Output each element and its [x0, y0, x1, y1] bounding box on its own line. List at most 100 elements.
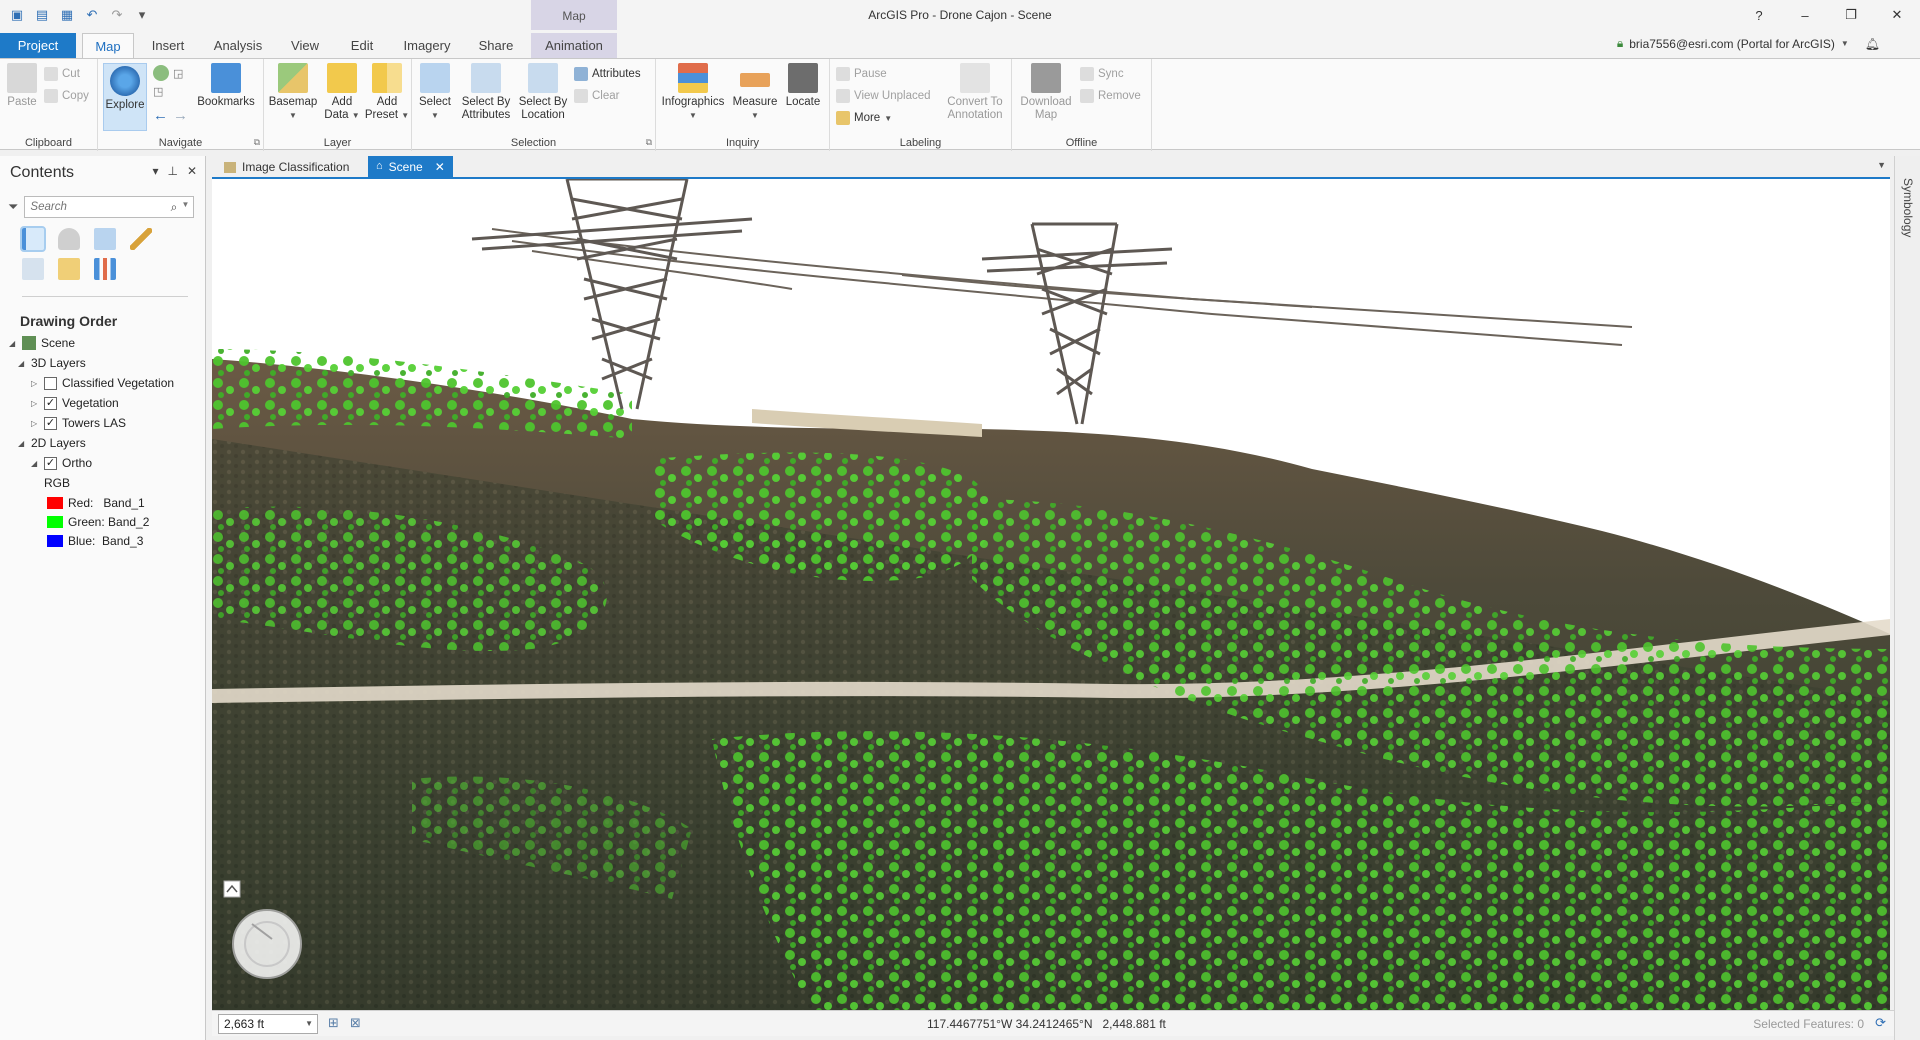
- remove-button[interactable]: Remove: [1080, 89, 1141, 103]
- measure-button[interactable]: Measure ▼: [730, 63, 780, 122]
- add-data-button[interactable]: Add Data ▼: [322, 63, 362, 122]
- contextual-tab-header: Map: [531, 0, 617, 30]
- tab-insert[interactable]: Insert: [140, 33, 196, 58]
- list-by-editing-icon[interactable]: [130, 228, 152, 250]
- tab-view[interactable]: View: [280, 33, 330, 58]
- bookmarks-button[interactable]: Bookmarks: [196, 63, 256, 109]
- tab-imagery[interactable]: Imagery: [394, 33, 460, 58]
- select-by-attributes-button[interactable]: Select By Attributes: [458, 63, 514, 122]
- clear-button[interactable]: Clear: [574, 89, 619, 103]
- tree-item-classified-vegetation[interactable]: ▷ Classified Vegetation: [31, 376, 174, 390]
- add-preset-label-2: Preset: [364, 109, 399, 121]
- pin-icon[interactable]: ⊥: [167, 164, 177, 178]
- scene-view[interactable]: [212, 177, 1890, 1010]
- previous-extent-icon[interactable]: ←: [153, 107, 168, 124]
- fixed-zoom-out-icon[interactable]: ◳: [153, 85, 163, 98]
- expand-icon[interactable]: ◢: [9, 339, 17, 348]
- visibility-checkbox[interactable]: ✓: [44, 416, 57, 430]
- copy-button[interactable]: Copy: [44, 89, 89, 103]
- list-by-charts-icon[interactable]: [94, 258, 116, 280]
- tree-item-scene[interactable]: ◢ Scene: [9, 336, 75, 350]
- close-pane-icon[interactable]: ✕: [187, 164, 197, 178]
- chevron-down-icon: ▼: [401, 111, 410, 120]
- symbology-dock-tab[interactable]: Symbology: [1901, 178, 1915, 237]
- expand-icon[interactable]: ▷: [31, 399, 39, 408]
- pause-button[interactable]: Pause: [836, 67, 887, 81]
- expand-icon[interactable]: ▷: [31, 419, 39, 428]
- locate-button[interactable]: Locate: [782, 63, 824, 109]
- refresh-icon[interactable]: ⟳: [1875, 1015, 1886, 1031]
- chevron-down-icon: ▼: [1840, 39, 1849, 48]
- notifications-icon[interactable]: 🔔︎: [1865, 37, 1880, 51]
- visibility-checkbox[interactable]: ✓: [44, 456, 57, 470]
- minimize-button[interactable]: –: [1782, 0, 1828, 30]
- select-button[interactable]: Select ▼: [416, 63, 454, 122]
- visibility-checkbox[interactable]: [44, 376, 57, 390]
- basemap-button[interactable]: Basemap ▼: [268, 63, 318, 122]
- list-by-selection-icon[interactable]: [94, 228, 116, 250]
- navigator-toggle-icon[interactable]: [223, 880, 241, 898]
- help-button[interactable]: ?: [1736, 0, 1782, 30]
- add-preset-button[interactable]: Add Preset ▼: [364, 63, 410, 122]
- attributes-button[interactable]: Attributes: [574, 67, 641, 81]
- tree-item-2d-layers[interactable]: ◢ 2D Layers: [18, 436, 86, 450]
- expand-icon[interactable]: ▷: [31, 379, 39, 388]
- lock-scale-icon[interactable]: ⊞: [328, 1015, 339, 1031]
- list-by-drawing-order-icon[interactable]: [20, 226, 46, 252]
- download-map-button[interactable]: Download Map: [1016, 63, 1076, 122]
- next-extent-icon[interactable]: →: [173, 107, 188, 124]
- tab-list-icon[interactable]: ▼: [1877, 160, 1886, 170]
- window-controls: ? – ❐ ✕: [1736, 0, 1920, 30]
- tab-project[interactable]: Project: [0, 33, 76, 58]
- list-by-labeling-icon[interactable]: [58, 258, 80, 280]
- view-unplaced-button[interactable]: View Unplaced: [836, 89, 931, 103]
- paste-button[interactable]: Paste: [4, 63, 40, 109]
- tab-map[interactable]: Map: [82, 33, 134, 58]
- view-unplaced-icon: [836, 89, 850, 103]
- status-bar: 2,663 ft ▼ ⊞ ⊠ 117.4467751°W 34.2412465°…: [212, 1010, 1894, 1036]
- more-button[interactable]: More ▼: [836, 111, 892, 125]
- user-account[interactable]: 🔒︎ bria7556@esri.com (Portal for ArcGIS)…: [1617, 36, 1880, 51]
- chevron-down-icon[interactable]: ▼: [305, 1019, 313, 1028]
- snapping-icon[interactable]: ⊠: [350, 1015, 361, 1031]
- infographics-button[interactable]: Infographics ▼: [660, 63, 726, 122]
- select-by-location-label-1: Select By: [518, 96, 568, 108]
- expand-icon[interactable]: ◢: [31, 459, 39, 468]
- maximize-button[interactable]: ❐: [1828, 0, 1874, 30]
- close-tab-icon[interactable]: ✕: [435, 160, 445, 174]
- inquiry-group: Infographics ▼ Measure ▼ Locate Inquiry: [656, 59, 830, 151]
- filter-icon[interactable]: ⏷: [8, 199, 18, 215]
- search-icon[interactable]: ⌕: [171, 200, 178, 215]
- expand-icon[interactable]: ◢: [18, 439, 26, 448]
- scale-input[interactable]: 2,663 ft ▼: [218, 1014, 318, 1034]
- tree-item-ortho[interactable]: ◢ ✓ Ortho: [31, 456, 92, 470]
- tree-item-towers-las[interactable]: ▷ ✓ Towers LAS: [31, 416, 126, 430]
- tree-label: Ortho: [62, 456, 93, 470]
- visibility-checkbox[interactable]: ✓: [44, 396, 57, 410]
- tree-item-vegetation[interactable]: ▷ ✓ Vegetation: [31, 396, 119, 410]
- tab-scene[interactable]: ⌂ Scene ✕: [368, 156, 453, 178]
- tab-edit[interactable]: Edit: [338, 33, 386, 58]
- tab-analysis[interactable]: Analysis: [206, 33, 270, 58]
- expand-icon[interactable]: ◢: [18, 359, 26, 368]
- pane-options-icon[interactable]: ▾: [152, 164, 158, 178]
- fixed-zoom-in-icon[interactable]: ◲: [173, 67, 183, 80]
- tab-image-classification[interactable]: Image Classification: [216, 156, 357, 178]
- scene-render[interactable]: [212, 179, 1890, 1010]
- tree-item-3d-layers[interactable]: ◢ 3D Layers: [18, 356, 86, 370]
- full-extent-icon[interactable]: [153, 65, 169, 81]
- cut-button[interactable]: Cut: [44, 67, 80, 81]
- explore-button[interactable]: Explore: [103, 63, 147, 131]
- sync-button[interactable]: Sync: [1080, 67, 1124, 81]
- layer-group: Basemap ▼ Add Data ▼ Add Preset ▼ Layer: [264, 59, 412, 151]
- tab-animation[interactable]: Animation: [531, 33, 617, 58]
- close-button[interactable]: ✕: [1874, 0, 1920, 30]
- list-by-data-source-icon[interactable]: [58, 228, 80, 250]
- tab-share[interactable]: Share: [468, 33, 524, 58]
- search-options-icon[interactable]: ▼: [181, 200, 189, 209]
- search-input[interactable]: [25, 197, 161, 217]
- list-by-snapping-icon[interactable]: [22, 258, 44, 280]
- convert-to-annotation-button[interactable]: Convert To Annotation: [942, 63, 1008, 122]
- select-by-location-button[interactable]: Select By Location: [516, 63, 570, 122]
- navigator-control[interactable]: [232, 909, 302, 979]
